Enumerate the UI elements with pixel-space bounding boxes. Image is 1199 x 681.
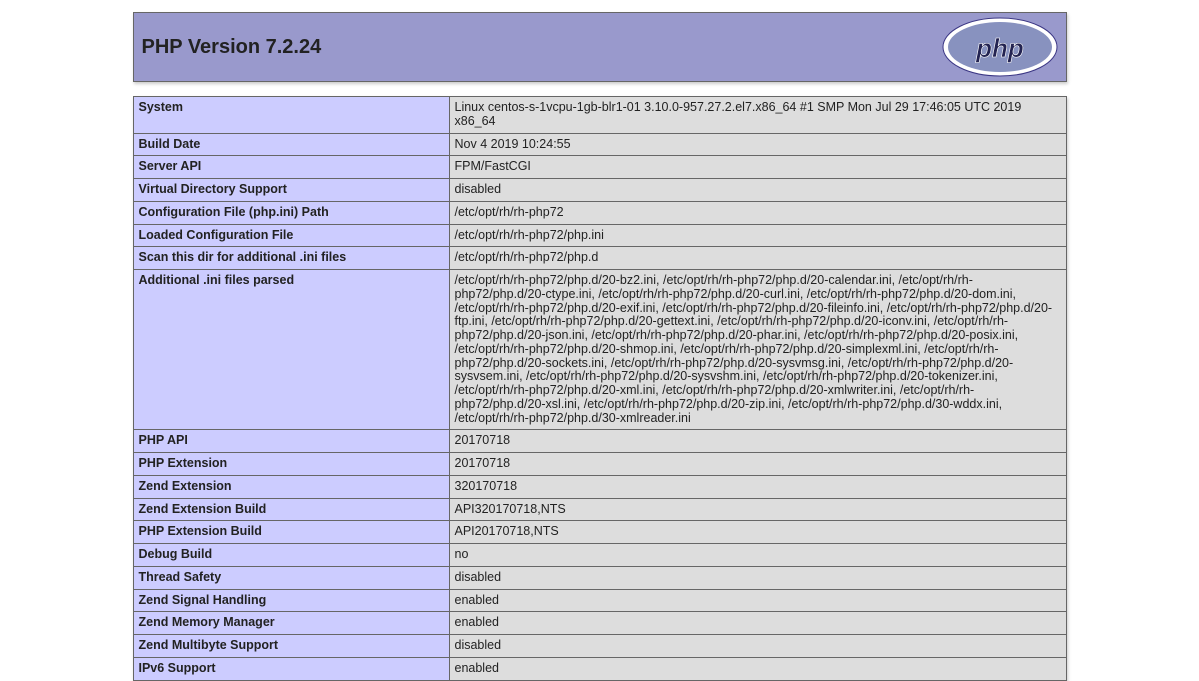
table-row: PHP API20170718 bbox=[133, 430, 1066, 453]
php-logo-icon: php bbox=[940, 15, 1060, 79]
table-row: Loaded Configuration File/etc/opt/rh/rh-… bbox=[133, 224, 1066, 247]
table-row: Zend Memory Managerenabled bbox=[133, 612, 1066, 635]
config-value: API20170718,NTS bbox=[449, 521, 1066, 544]
table-row: Zend Extension320170718 bbox=[133, 475, 1066, 498]
table-row: Thread Safetydisabled bbox=[133, 566, 1066, 589]
config-value: enabled bbox=[449, 657, 1066, 680]
config-label: Server API bbox=[133, 156, 449, 179]
config-value: 20170718 bbox=[449, 453, 1066, 476]
config-label: PHP Extension bbox=[133, 453, 449, 476]
table-row: Build DateNov 4 2019 10:24:55 bbox=[133, 133, 1066, 156]
header: PHP Version 7.2.24 php bbox=[133, 12, 1067, 82]
config-value: enabled bbox=[449, 612, 1066, 635]
config-label: Zend Memory Manager bbox=[133, 612, 449, 635]
config-label: Debug Build bbox=[133, 544, 449, 567]
table-row: PHP Extension20170718 bbox=[133, 453, 1066, 476]
config-label: IPv6 Support bbox=[133, 657, 449, 680]
config-value: Linux centos-s-1vcpu-1gb-blr1-01 3.10.0-… bbox=[449, 97, 1066, 134]
config-label: Additional .ini files parsed bbox=[133, 270, 449, 430]
table-row: Zend Signal Handlingenabled bbox=[133, 589, 1066, 612]
svg-text:php: php bbox=[975, 33, 1024, 63]
config-value: /etc/opt/rh/rh-php72/php.d bbox=[449, 247, 1066, 270]
config-label: Zend Multibyte Support bbox=[133, 635, 449, 658]
config-value: disabled bbox=[449, 635, 1066, 658]
config-value: API320170718,NTS bbox=[449, 498, 1066, 521]
config-label: Virtual Directory Support bbox=[133, 179, 449, 202]
config-label: System bbox=[133, 97, 449, 134]
config-label: PHP API bbox=[133, 430, 449, 453]
config-value: disabled bbox=[449, 179, 1066, 202]
table-row: PHP Extension BuildAPI20170718,NTS bbox=[133, 521, 1066, 544]
config-label: Scan this dir for additional .ini files bbox=[133, 247, 449, 270]
info-table: SystemLinux centos-s-1vcpu-1gb-blr1-01 3… bbox=[133, 96, 1067, 681]
table-row: Virtual Directory Supportdisabled bbox=[133, 179, 1066, 202]
config-value: 320170718 bbox=[449, 475, 1066, 498]
config-label: Configuration File (php.ini) Path bbox=[133, 201, 449, 224]
config-label: Loaded Configuration File bbox=[133, 224, 449, 247]
config-value: /etc/opt/rh/rh-php72/php.ini bbox=[449, 224, 1066, 247]
table-row: SystemLinux centos-s-1vcpu-1gb-blr1-01 3… bbox=[133, 97, 1066, 134]
table-row: Configuration File (php.ini) Path/etc/op… bbox=[133, 201, 1066, 224]
phpinfo-container: PHP Version 7.2.24 php SystemLinux cento… bbox=[133, 0, 1067, 681]
config-value: disabled bbox=[449, 566, 1066, 589]
config-value: enabled bbox=[449, 589, 1066, 612]
config-label: Thread Safety bbox=[133, 566, 449, 589]
config-value: /etc/opt/rh/rh-php72 bbox=[449, 201, 1066, 224]
config-value: /etc/opt/rh/rh-php72/php.d/20-bz2.ini, /… bbox=[449, 270, 1066, 430]
config-label: Build Date bbox=[133, 133, 449, 156]
table-row: Zend Multibyte Supportdisabled bbox=[133, 635, 1066, 658]
config-label: Zend Signal Handling bbox=[133, 589, 449, 612]
table-row: Debug Buildno bbox=[133, 544, 1066, 567]
config-value: 20170718 bbox=[449, 430, 1066, 453]
page-title: PHP Version 7.2.24 bbox=[134, 36, 322, 59]
config-label: Zend Extension bbox=[133, 475, 449, 498]
table-row: Additional .ini files parsed/etc/opt/rh/… bbox=[133, 270, 1066, 430]
table-row: IPv6 Supportenabled bbox=[133, 657, 1066, 680]
config-value: FPM/FastCGI bbox=[449, 156, 1066, 179]
table-row: Server APIFPM/FastCGI bbox=[133, 156, 1066, 179]
config-value: no bbox=[449, 544, 1066, 567]
table-row: Scan this dir for additional .ini files/… bbox=[133, 247, 1066, 270]
table-row: Zend Extension BuildAPI320170718,NTS bbox=[133, 498, 1066, 521]
config-label: Zend Extension Build bbox=[133, 498, 449, 521]
config-value: Nov 4 2019 10:24:55 bbox=[449, 133, 1066, 156]
config-label: PHP Extension Build bbox=[133, 521, 449, 544]
